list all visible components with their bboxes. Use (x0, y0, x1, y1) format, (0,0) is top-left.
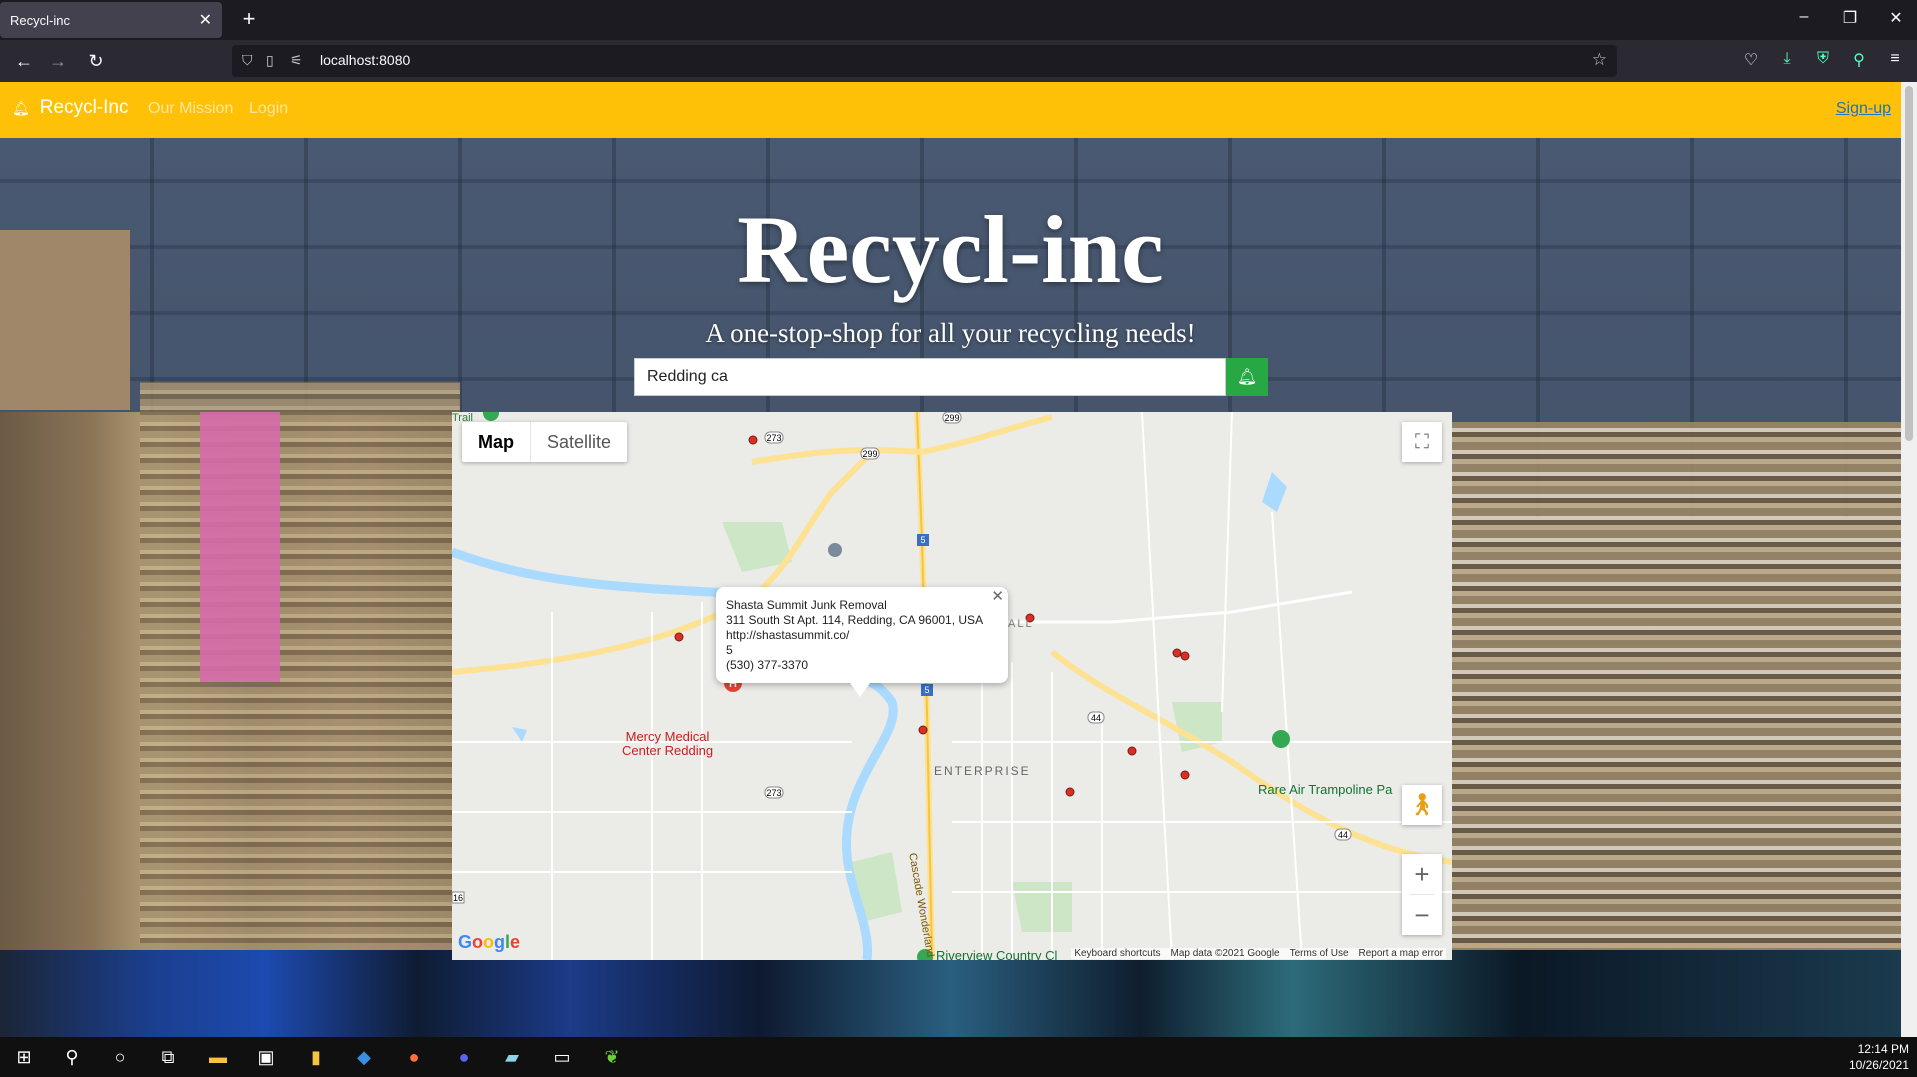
store-icon[interactable]: ▣ (254, 1045, 278, 1069)
minimize-icon[interactable]: – (1794, 8, 1814, 26)
map-roads: H 273 299 299 5 5 44 44 273 16 (452, 412, 1452, 960)
scrollbar-thumb[interactable] (1905, 86, 1913, 441)
page-content: 🔔︎ Recycl-Inc Our Mission Login Sign-up … (0, 82, 1901, 1037)
info-website[interactable]: http://shastasummit.co/ (726, 628, 998, 643)
nav-our-mission[interactable]: Our Mission (148, 100, 233, 118)
road-shield: 273 (766, 433, 781, 443)
road-shield: 5 (920, 535, 925, 545)
map-attribution: Keyboard shortcuts Map data ©2021 Google… (1071, 948, 1446, 959)
leaf-app-icon[interactable]: ❦ (600, 1045, 624, 1069)
hero-title: Recycl-inc (737, 196, 1164, 303)
browser-toolbar: ← → ↻ ⛉ ▯ ⚟ localhost:8080 ☆ ♡ ⤓ ⛨ ⚲ ≡ (0, 40, 1917, 82)
permissions-icon[interactable]: ⚟ (290, 52, 303, 69)
zoom-control: + − (1402, 854, 1442, 935)
forward-icon[interactable]: → (44, 48, 72, 74)
firefox-icon[interactable]: ● (402, 1045, 426, 1069)
map-label-all: ALL (1008, 618, 1034, 630)
downloads-icon[interactable]: ⤓ (1776, 50, 1798, 68)
zoom-out-icon[interactable]: − (1402, 895, 1442, 935)
info-rating: 5 (726, 643, 733, 657)
info-name: Shasta Summit Junk Removal (726, 598, 887, 612)
terms-link[interactable]: Terms of Use (1290, 948, 1349, 959)
clock-date: 10/26/2021 (1848, 1058, 1909, 1072)
info-window: ✕ Shasta Summit Junk Removal 311 South S… (716, 587, 1008, 697)
close-window-icon[interactable]: ✕ (1886, 8, 1906, 28)
fullscreen-icon[interactable]: ⛶ (1402, 422, 1442, 462)
keyboard-shortcuts-link[interactable]: Keyboard shortcuts (1074, 948, 1160, 959)
map-type-control: Map Satellite (462, 422, 628, 462)
browser-tab[interactable]: Recycl-inc ✕ (0, 2, 222, 38)
page-scrollbar[interactable] (1901, 82, 1917, 1037)
shield-icon[interactable]: ⛉ (242, 52, 253, 69)
map-label-hospital-line2: Center Redding (622, 743, 714, 758)
background-pink-carton (200, 412, 280, 682)
discord-icon[interactable]: ● (452, 1045, 476, 1069)
close-icon[interactable]: ✕ (991, 589, 1004, 604)
road-shield: 44 (1338, 830, 1348, 840)
hero-subtitle: A one-stop-shop for all your recycling n… (705, 318, 1196, 348)
road-shield: 273 (766, 788, 781, 798)
bell-icon: 🔔︎ (12, 99, 30, 116)
vscode-icon[interactable]: ◆ (352, 1045, 376, 1069)
task-view-icon[interactable]: ⧉ (156, 1045, 180, 1069)
reload-icon[interactable]: ↻ (82, 48, 110, 74)
app-icon[interactable]: ▮ (304, 1045, 328, 1069)
bookmark-star-icon[interactable]: ☆ (1592, 50, 1607, 70)
file-explorer-icon[interactable]: ▬ (206, 1045, 230, 1069)
brand[interactable]: 🔔︎ Recycl-Inc (12, 97, 128, 119)
road-shield: 5 (924, 685, 929, 695)
map-label-enterprise: ENTERPRISE (934, 764, 1031, 778)
road-shield: 299 (862, 449, 877, 459)
restore-icon[interactable]: ❐ (1840, 8, 1860, 28)
url-text[interactable]: localhost:8080 (320, 52, 410, 68)
cortana-icon[interactable]: ○ (108, 1045, 132, 1069)
map-label-trampoline[interactable]: Rare Air Trampoline Pa (1258, 782, 1392, 797)
background-pallet (0, 950, 1901, 1037)
background-bale-left-detail (140, 382, 460, 982)
map-type-satellite-button[interactable]: Satellite (530, 422, 627, 462)
brand-text: Recycl-Inc (39, 97, 129, 118)
notes-icon[interactable]: ▰ (500, 1045, 524, 1069)
tab-title: Recycl-inc (10, 12, 70, 28)
search-button[interactable]: 🔔︎ (1226, 358, 1268, 396)
google-logo[interactable]: Google (458, 932, 520, 953)
browser-tab-bar: Recycl-inc ✕ + – ❐ ✕ (0, 0, 1917, 40)
zoom-in-icon[interactable]: + (1402, 854, 1442, 894)
app-navbar: 🔔︎ Recycl-Inc Our Mission Login Sign-up (0, 82, 1901, 138)
location-search-input[interactable] (634, 358, 1226, 396)
road-shield: 299 (944, 413, 959, 423)
street-view-pegman-icon[interactable]: 🚶︎ (1402, 785, 1442, 825)
signup-link[interactable]: Sign-up (1836, 100, 1891, 118)
road-shield: 16 (453, 893, 463, 903)
back-icon[interactable]: ← (10, 48, 38, 74)
new-tab-icon[interactable]: + (236, 6, 262, 32)
page-icon[interactable]: ▯ (266, 52, 274, 69)
info-phone: (530) 377-3370 (726, 658, 809, 672)
map-label-hospital[interactable]: Mercy Medical Center Redding (622, 730, 713, 758)
road-shield: 44 (1091, 713, 1101, 723)
url-bar[interactable]: ⛉ ▯ ⚟ localhost:8080 ☆ (232, 45, 1617, 77)
windows-taskbar: ⊞ ⚲ ○ ⧉ ▬ ▣ ▮ ◆ ● ● ▰ ▭ ❦ 12:14 PM 10/26… (0, 1037, 1917, 1077)
google-map[interactable]: H 273 299 299 5 5 44 44 273 16 Map Satel… (452, 412, 1452, 960)
map-data-text: Map data ©2021 Google (1170, 948, 1280, 959)
windows-start-icon[interactable]: ⊞ (12, 1045, 36, 1069)
map-type-map-button[interactable]: Map (462, 422, 530, 462)
pocket-icon[interactable]: ♡ (1740, 50, 1762, 70)
map-label-trail: Trail (452, 412, 473, 424)
nav-login[interactable]: Login (249, 100, 288, 118)
extension-icon[interactable]: ⛨ (1812, 50, 1834, 68)
menu-icon[interactable]: ≡ (1884, 50, 1906, 68)
system-clock[interactable]: 12:14 PM 10/26/2021 (1849, 1041, 1909, 1073)
clock-time: 12:14 PM (1857, 1042, 1909, 1056)
terminal-icon[interactable]: ▭ (550, 1045, 574, 1069)
bell-icon: 🔔︎ (1236, 369, 1258, 386)
map-label-hospital-line1: Mercy Medical (625, 729, 710, 744)
map-label-riverview[interactable]: Riverview Country Cl (936, 948, 1057, 960)
close-tab-icon[interactable]: ✕ (199, 10, 212, 30)
report-error-link[interactable]: Report a map error (1359, 948, 1443, 959)
info-address: 311 South St Apt. 114, Redding, CA 96001… (726, 613, 984, 627)
search-icon[interactable]: ⚲ (60, 1045, 84, 1069)
extension-pin-icon[interactable]: ⚲ (1848, 50, 1870, 70)
background-bale-right (1450, 422, 1901, 1022)
